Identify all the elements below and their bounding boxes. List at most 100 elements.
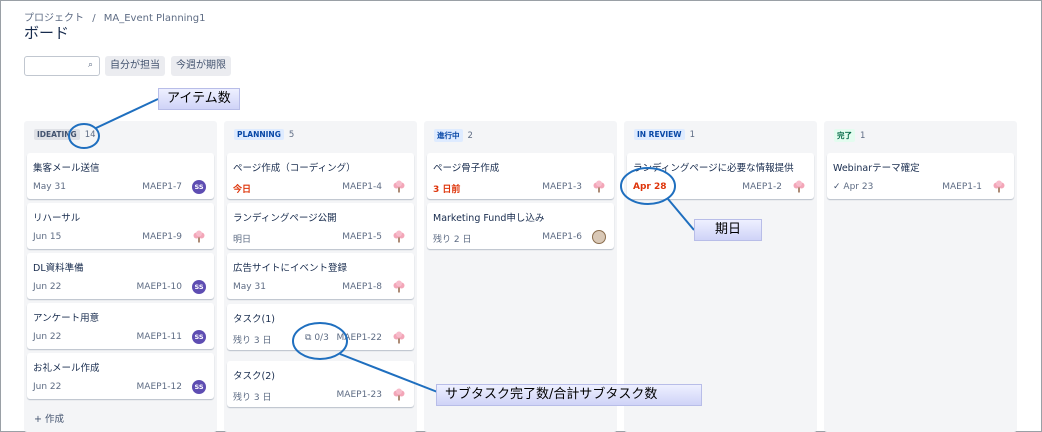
card-due: 残り 3 日: [233, 393, 272, 403]
column-count: 5: [288, 129, 295, 140]
card-key: MAEP1-8: [342, 282, 382, 292]
card-key: MAEP1-7: [142, 182, 182, 192]
search-icon: ⌕: [87, 60, 93, 70]
column-done: 完了 1 Webinarテーマ確定 ✓ Apr 23 MAEP1-1: [824, 121, 1017, 432]
card[interactable]: タスク(1) 残り 3 日 ⧉ 0/3 MAEP1-22: [227, 304, 414, 350]
card-key: MAEP1-1: [942, 182, 982, 192]
card[interactable]: ページ作成（コーディング） 今日 MAEP1-4: [227, 153, 414, 199]
card-due-row: ✓ Apr 23: [833, 182, 873, 192]
column-status-lozenge: IN REVIEW: [634, 129, 685, 140]
card-key: MAEP1-3: [542, 182, 582, 192]
card-title: アンケート用意: [33, 313, 100, 324]
column-status-lozenge: 完了: [834, 129, 855, 142]
filter-mine-button[interactable]: 自分が担当: [105, 56, 165, 76]
card-title: タスク(2): [233, 371, 275, 382]
card-due: 3 日前: [433, 185, 461, 195]
card[interactable]: お礼メール作成 Jun 22 MAEP1-12 SS: [27, 353, 214, 399]
tree-avatar-icon[interactable]: [992, 180, 1006, 194]
user-photo-avatar[interactable]: [592, 230, 606, 244]
card[interactable]: リハーサル Jun 15 MAEP1-9: [27, 203, 214, 249]
card-title: ページ作成（コーディング）: [233, 163, 356, 174]
card-due: 残り 2 日: [433, 235, 472, 245]
card-due: Jun 15: [33, 232, 62, 242]
tree-avatar-icon[interactable]: [792, 180, 806, 194]
card[interactable]: ランディングページ公開 明日 MAEP1-5: [227, 203, 414, 249]
avatar[interactable]: SS: [192, 180, 206, 194]
card-key: MAEP1-10: [136, 282, 182, 292]
breadcrumb-project[interactable]: MA_Event Planning1: [104, 13, 206, 24]
tree-avatar-icon[interactable]: [192, 230, 206, 244]
card-due: May 31: [233, 282, 266, 292]
column-status-lozenge: IDEATING: [34, 129, 80, 140]
tree-avatar-icon[interactable]: [592, 180, 606, 194]
tree-avatar-icon[interactable]: [392, 331, 406, 345]
card-title: 広告サイトにイベント登録: [233, 263, 348, 274]
card-due: 今日: [233, 185, 252, 195]
subtask-indicator: ⧉ 0/3: [305, 333, 329, 343]
card[interactable]: 広告サイトにイベント登録 May 31 MAEP1-8: [227, 253, 414, 299]
subtask-icon: ⧉: [305, 333, 312, 343]
column-count: 14: [84, 129, 96, 140]
card[interactable]: アンケート用意 Jun 22 MAEP1-11 SS: [27, 303, 214, 349]
create-label: 作成: [45, 414, 65, 425]
card-title: 集客メール送信: [33, 163, 100, 174]
card-key: MAEP1-11: [136, 332, 182, 342]
column-status-lozenge: 進行中: [434, 129, 463, 142]
card-key: MAEP1-12: [136, 382, 182, 392]
card-due: Jun 22: [33, 382, 62, 392]
avatar[interactable]: SS: [192, 330, 206, 344]
callout-subtasks: サブタスク完了数/合計サブタスク数: [436, 384, 702, 406]
card-due: Jun 22: [33, 282, 62, 292]
card[interactable]: Webinarテーマ確定 ✓ Apr 23 MAEP1-1: [827, 153, 1014, 199]
column-header: IDEATING 14: [34, 129, 96, 140]
search-input[interactable]: ⌕: [24, 56, 100, 76]
card-key: MAEP1-4: [342, 182, 382, 192]
avatar[interactable]: SS: [192, 280, 206, 294]
column-ideating: IDEATING 14 集客メール送信 May 31 MAEP1-7 SS リハ…: [24, 121, 217, 432]
tree-avatar-icon[interactable]: [392, 388, 406, 402]
subtask-count: 0/3: [314, 333, 329, 343]
breadcrumb-separator: /: [92, 13, 96, 24]
card-title: リハーサル: [33, 213, 81, 224]
card-due: 明日: [233, 235, 252, 245]
card[interactable]: 集客メール送信 May 31 MAEP1-7 SS: [27, 153, 214, 199]
tree-avatar-icon[interactable]: [392, 280, 406, 294]
plus-icon: +: [34, 414, 42, 425]
card[interactable]: Marketing Fund申し込み 残り 2 日 MAEP1-6: [427, 203, 614, 249]
tree-avatar-icon[interactable]: [392, 230, 406, 244]
column-count: 1: [860, 130, 866, 141]
card-title: ページ骨子作成: [433, 163, 500, 174]
card-title: お礼メール作成: [33, 363, 100, 374]
card-due: 残り 3 日: [233, 336, 272, 346]
check-icon: ✓: [833, 182, 841, 192]
card-due: Apr 23: [843, 182, 874, 192]
card-title: タスク(1): [233, 314, 275, 325]
card-key: MAEP1-22: [336, 333, 382, 343]
card[interactable]: タスク(2) 残り 3 日 MAEP1-23: [227, 361, 414, 407]
card-title: ランディングページに必要な情報提供: [633, 163, 794, 174]
card-title: Marketing Fund申し込み: [433, 213, 545, 224]
card-key: MAEP1-9: [142, 232, 182, 242]
card-key: MAEP1-6: [542, 232, 582, 242]
column-planning: PLANNING 5 ページ作成（コーディング） 今日 MAEP1-4 ランディ…: [224, 121, 417, 432]
card-key: MAEP1-23: [336, 390, 382, 400]
card[interactable]: DL資料準備 Jun 22 MAEP1-10 SS: [27, 253, 214, 299]
card-title: ランディングページ公開: [233, 213, 337, 224]
avatar[interactable]: SS: [192, 380, 206, 394]
column-status-lozenge: PLANNING: [234, 129, 284, 140]
filter-due-this-week-button[interactable]: 今週が期限: [171, 56, 231, 76]
column-header: PLANNING 5: [234, 129, 294, 140]
column-header: IN REVIEW 1: [634, 129, 695, 140]
create-issue-button[interactable]: + 作成: [34, 411, 64, 425]
card-key: MAEP1-2: [742, 182, 782, 192]
column-count: 1: [689, 129, 695, 140]
card[interactable]: ランディングページに必要な情報提供 Apr 28 MAEP1-2: [627, 153, 814, 199]
card-due: Jun 22: [33, 332, 62, 342]
column-count: 2: [467, 130, 473, 141]
page-title: ボード: [24, 24, 70, 42]
card[interactable]: ページ骨子作成 3 日前 MAEP1-3: [427, 153, 614, 199]
column-header: 進行中 2: [434, 129, 473, 142]
card-due: May 31: [33, 182, 66, 192]
card-due: Apr 28: [633, 182, 667, 192]
tree-avatar-icon[interactable]: [392, 180, 406, 194]
